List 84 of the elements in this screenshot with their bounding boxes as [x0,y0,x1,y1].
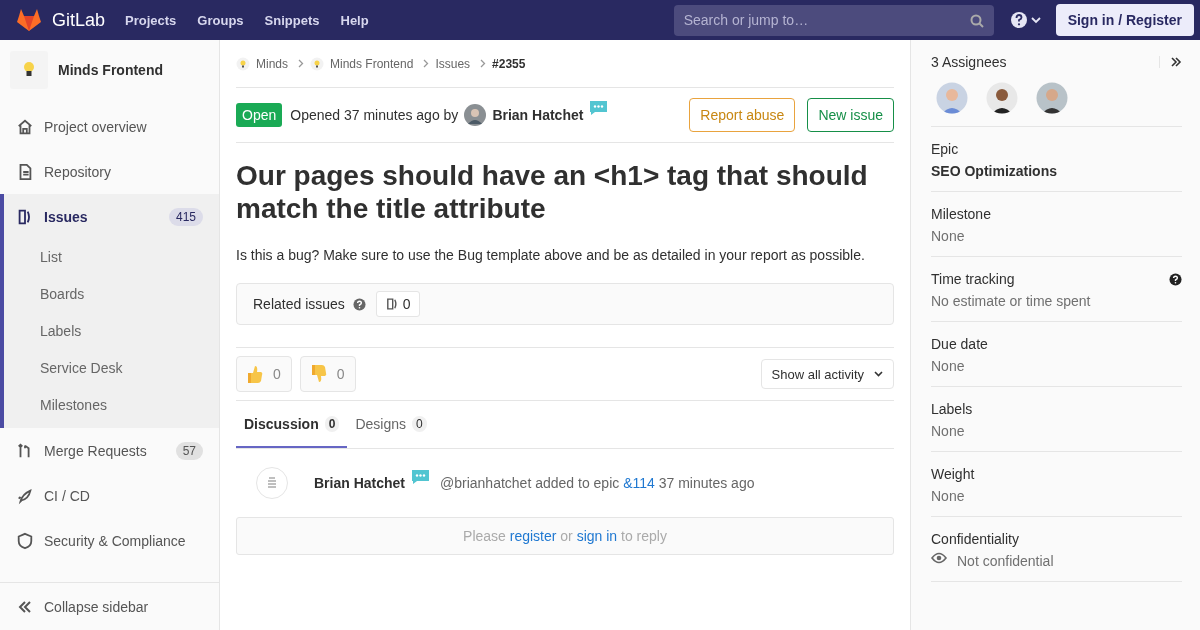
sidebar-subitem[interactable]: List [4,239,219,276]
section-label: Weight [931,466,975,482]
tab[interactable]: Discussion 0 [236,401,348,448]
epic-link[interactable]: &114 [623,475,655,491]
sidebar-item-icon [16,531,34,550]
nav-link[interactable]: Projects [125,12,177,28]
nav-link[interactable]: Snippets [264,12,320,28]
status-badge: Open [236,103,283,127]
section-label: Epic [931,141,959,157]
help-icon[interactable] [1169,272,1182,286]
project-name[interactable]: Minds Frontend [58,62,163,78]
tab[interactable]: Designs 0 [347,401,435,448]
opened-text: Opened 37 minutes ago by [290,107,459,123]
related-issues-count[interactable]: 0 [375,291,420,317]
author-link[interactable]: Brian Hatchet [492,107,584,123]
sidebar-item[interactable]: Repository [0,149,219,194]
sidebar-item-icon [16,117,34,136]
breadcrumb-link[interactable]: Issues [435,56,471,71]
sidebar-subitem[interactable]: Labels [4,313,219,350]
sign-in-link[interactable]: sign in [576,528,618,544]
section-label: Milestone [931,206,991,222]
section-value: None [931,358,966,374]
section-value: None [931,228,966,244]
caret-icon [874,371,883,377]
sidebar-subitem[interactable]: Service Desk [4,350,219,387]
section-label: Time tracking [931,271,1015,287]
section-value: None [931,423,966,439]
help-dropdown-icon[interactable] [1009,11,1044,29]
nav-link[interactable]: Help [340,12,369,28]
brand-name[interactable]: GitLab [52,9,106,31]
section-label: Labels [931,401,973,417]
thumbs-down-button[interactable]: 0 [299,356,356,392]
section-value: No estimate or time spent [931,293,1092,309]
section-value: Not confidential [957,553,1054,569]
breadcrumb-link[interactable]: #2355 [492,56,526,71]
avatar-icon[interactable] [464,104,487,126]
issue-description: Is this a bug? Make sure to use the Bug template above and be as detailed in your report as possible. [236,247,866,263]
count-badge: 57 [175,441,203,460]
system-note-icon [256,467,288,499]
new-issue-button[interactable]: New issue [807,98,894,132]
section-label: Confidentiality [931,531,1019,547]
sidebar-item-icon [16,486,34,505]
eye-icon [931,552,947,564]
thumbs-up-icon [247,365,263,383]
sidebar-item[interactable]: CI / CD [0,473,219,518]
issues-icon [384,297,399,311]
thumbs-up-button[interactable]: 0 [236,356,292,392]
breadcrumb-link[interactable]: Minds Frontend [330,56,414,71]
nav-link[interactable]: Groups [197,12,244,28]
chevron-icon [298,59,304,68]
project-avatar[interactable] [10,51,48,89]
reply-text: Please register or sign in to reply [463,528,667,544]
count-badge: 415 [168,207,203,226]
lightbulb-icon [236,56,250,71]
epic-link[interactable]: SEO Optimizations [931,163,1182,179]
breadcrumb-link[interactable]: Minds [256,56,288,71]
double-chevron-icon [18,599,32,614]
issue-title: Our pages should have an <h1> tag that should match the title attribute [236,159,869,225]
lightbulb-icon [23,61,35,79]
chevron-icon [423,59,430,68]
chat-bubble-icon [589,100,609,116]
sidebar-subitem[interactable]: Milestones [4,387,219,424]
sidebar-item[interactable]: Merge Requests 57 [0,428,219,473]
sign-in-button[interactable]: Sign in / Register [1055,4,1194,36]
register-link[interactable]: register [509,528,557,544]
fox-logo-icon[interactable] [16,8,42,32]
sidebar-item[interactable]: Security & Compliance [0,518,219,563]
section-value: None [931,488,966,504]
expand-sidebar-icon[interactable] [1159,56,1182,68]
chevron-icon [480,59,487,68]
section-label: Due date [931,336,988,352]
search-field[interactable]: Search or jump to… [673,4,994,36]
sidebar-item[interactable]: Issues 415 [4,194,219,239]
related-issues-label: Related issues [253,296,345,312]
sidebar-subitem[interactable]: Boards [4,276,219,313]
note-text: @brianhatchet added to epic &114 37 minutes ago [440,475,755,491]
chat-bubble-icon [411,469,431,485]
author-link[interactable]: Brian Hatchet [314,475,406,491]
lightbulb-icon [310,56,324,71]
search-icon [969,13,984,28]
activity-filter-dropdown[interactable]: Show all activity [760,359,894,389]
sidebar-item[interactable]: Project overview [0,104,219,149]
thumbs-down-icon [310,365,327,383]
assignees-heading: 3 Assignees [931,54,1007,70]
